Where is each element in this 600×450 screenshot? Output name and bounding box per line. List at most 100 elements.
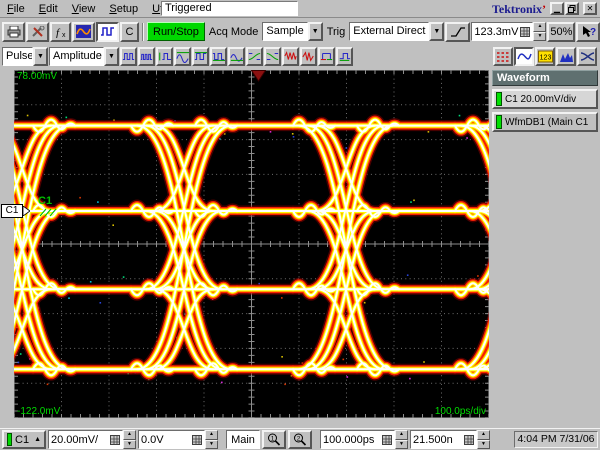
vertical-offset-field[interactable]: 0.0V ▲ ▼ [138,430,218,449]
keypad-icon[interactable] [110,435,120,445]
restore-button[interactable] [565,2,579,15]
square-wave-train-icon[interactable] [138,47,155,66]
spin-down-icon[interactable]: ▼ [533,32,546,42]
cycle-wave-icon[interactable] [228,47,245,66]
fall-slope-icon[interactable] [264,47,281,66]
channel-color-swatch [7,433,12,446]
keypad-icon[interactable] [520,27,530,37]
spin-up-icon[interactable]: ▲ [477,430,490,440]
context-help-button[interactable]: ? [576,22,600,42]
waveform-entry-wfmdb1[interactable]: WfmDB1 (Main C1 [492,112,598,132]
svg-text:f: f [56,27,61,38]
vertical-scale-field[interactable]: 20.00mV/ ▲ ▼ [48,430,136,449]
trigger-level-field[interactable]: 123.3mV ▲ ▼ [471,22,546,41]
histogram-icon[interactable] [556,47,576,66]
vertical-offset-spinner[interactable]: ▲ ▼ [205,430,218,449]
keypad-icon[interactable] [192,435,202,445]
spike-red-1-icon[interactable] [282,47,299,66]
help-pointer-icon: ? [581,25,596,38]
minimize-button[interactable]: ▁ [550,2,564,15]
clear-button[interactable]: C [120,22,139,42]
chevron-down-icon[interactable]: ▼ [308,22,323,41]
waveform-trace-icon[interactable] [514,47,534,66]
magnifier-1-icon: 1 [267,433,281,446]
keypad-icon[interactable] [464,435,474,445]
chevron-down-icon[interactable]: ▼ [429,22,444,41]
horizontal-vertical-statusbar: C1 ▲ 20.00mV/ ▲ ▼ 0.0V ▲ ▼ Main [0,428,600,450]
keypad-icon[interactable] [382,435,392,445]
channel-position-marker[interactable]: C1 [1,204,30,218]
menu-setup[interactable]: Setup [102,1,145,17]
eye-mask-icon[interactable] [577,47,597,66]
trigger-slope-button[interactable] [445,22,470,42]
spin-up-icon[interactable]: ▲ [205,430,218,440]
menu-edit[interactable]: Edit [32,1,65,17]
timebase-main-button[interactable]: Main [226,430,260,449]
magnify-1-button[interactable]: 1 [262,430,286,449]
spin-down-icon[interactable]: ▼ [205,440,218,450]
run-stop-button[interactable]: Run/Stop [147,22,205,41]
pulse-high-icon[interactable] [192,47,209,66]
trigger-source-select[interactable]: External Direct ▼ [349,22,444,41]
menu-file[interactable]: File [0,1,32,17]
graticule: 78.00mV -122.0mV 100.0ps/div C1 [14,70,489,418]
pulse-view-button[interactable] [96,22,119,42]
spin-down-icon[interactable]: ▼ [395,440,408,450]
vertical-top-readout: 78.00mV [17,71,57,82]
menu-view[interactable]: View [65,1,103,17]
spin-down-icon[interactable]: ▼ [123,440,136,450]
chevron-down-icon[interactable]: ▼ [33,47,48,66]
acquisition-toolbar: fx C Run/Stop Acq Mode Sample ▼ Trig Ext… [0,19,600,44]
vertical-offset-value: 0.0V [141,434,190,446]
pulse-low-icon[interactable] [210,47,227,66]
spin-up-icon[interactable]: ▲ [395,430,408,440]
delay-markers-icon[interactable] [336,47,353,66]
square-wave-1-icon[interactable] [120,47,137,66]
sine-amplitude-icon[interactable] [174,47,191,66]
horizontal-scale-spinner[interactable]: ▲ ▼ [395,430,408,449]
set-to-50-button[interactable]: 50% [547,22,575,42]
trace-label-text: C1 [38,195,52,207]
svg-text:?: ? [590,27,596,38]
magnify-2-button[interactable]: 2 [288,430,312,449]
restore-icon [568,5,576,13]
trigger-source-value: External Direct [349,22,429,41]
horizontal-position-spinner[interactable]: ▲ ▼ [477,430,490,449]
measure-subcategory-select[interactable]: Amplitude ▼ [49,47,119,66]
gated-pulse-icon[interactable] [156,47,173,66]
chevron-up-icon: ▲ [34,436,41,443]
acq-mode-select[interactable]: Sample ▼ [262,22,322,41]
tools-button[interactable] [26,22,49,42]
spin-up-icon[interactable]: ▲ [533,22,546,32]
rising-edge-icon [450,26,466,38]
vertical-scale-spinner[interactable]: ▲ ▼ [123,430,136,449]
waveform-entry-label: WfmDB1 (Main C1 [505,117,588,128]
horizontal-position-field[interactable]: 21.500n ▲ ▼ [410,430,490,449]
close-button[interactable]: ✕ [583,2,597,15]
spin-up-icon[interactable]: ▲ [123,430,136,440]
measure-category-value: Pulse [2,47,33,66]
rise-slope-icon[interactable] [246,47,263,66]
waveform-entry-label: C1 20.00mV/div [505,94,576,105]
main-display-area: 78.00mV -122.0mV 100.0ps/div C1 C1 Wavef… [0,68,600,428]
channel-select-button[interactable]: C1 ▲ [2,430,46,449]
trigger-level-spinner[interactable]: ▲ ▼ [533,22,546,41]
measure-category-select[interactable]: Pulse ▼ [2,47,48,66]
waveform-panel: Waveform C1 20.00mV/div WfmDB1 (Main C1 [492,70,598,426]
svg-text:x: x [62,32,66,38]
spin-down-icon[interactable]: ▼ [477,440,490,450]
horizontal-scale-field[interactable]: 100.000ps ▲ ▼ [320,430,408,449]
waveform-view-button[interactable] [72,22,95,42]
display-mode-buttons: 123 [493,47,597,66]
dashed-cursors-icon[interactable] [493,47,513,66]
width-markers-icon[interactable] [318,47,335,66]
waveform-entry-c1[interactable]: C1 20.00mV/div [492,89,598,109]
chevron-down-icon[interactable]: ▼ [104,47,119,66]
readout-123-icon[interactable]: 123 [535,47,555,66]
toolbar-separator [142,23,144,41]
trigger-position-marker[interactable] [251,70,266,82]
print-button[interactable] [2,22,25,42]
math-fx-button[interactable]: fx [50,22,71,42]
spike-red-2-icon[interactable] [300,47,317,66]
channel-marker-label: C1 [1,204,23,218]
